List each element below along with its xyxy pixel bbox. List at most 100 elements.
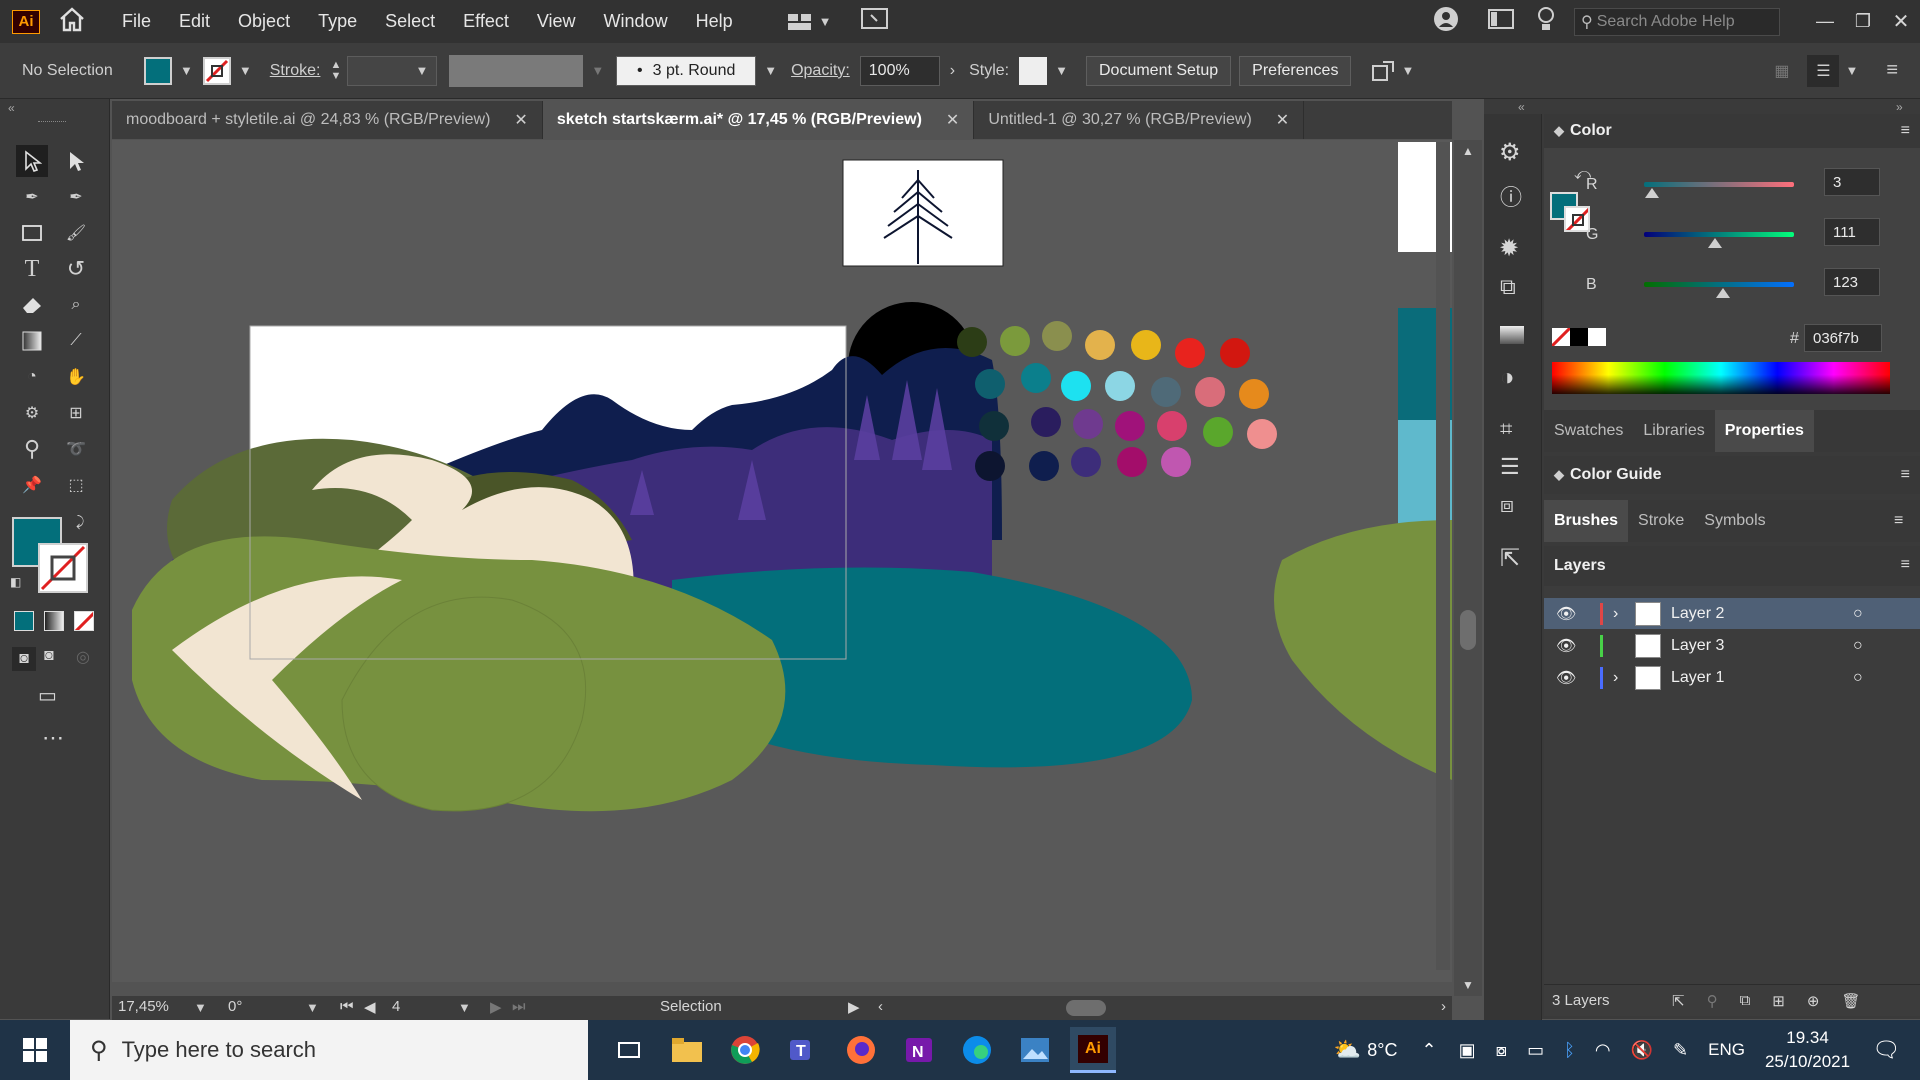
new-sublayer-icon[interactable]: ⊞: [1772, 992, 1785, 1010]
share-icon[interactable]: [861, 7, 889, 36]
horizontal-scrollbar[interactable]: ‹ ›: [874, 996, 1452, 1020]
palette-swatch-dot[interactable]: [1239, 379, 1269, 409]
workspace-switcher-icon[interactable]: ▼: [787, 13, 831, 31]
gradient-tool-icon[interactable]: [16, 325, 48, 357]
rotation-dropdown-icon[interactable]: ▼: [306, 1000, 319, 1015]
profile-dropdown-icon[interactable]: ▼: [591, 63, 604, 78]
artboard-tool-icon[interactable]: ⊞: [60, 397, 92, 429]
lasso-tool-icon[interactable]: ➰: [60, 433, 92, 465]
curvature-tool-icon[interactable]: ✒: [60, 181, 92, 213]
layer-name[interactable]: Layer 1: [1671, 669, 1851, 687]
menu-view[interactable]: View: [523, 11, 590, 32]
type-tool-icon[interactable]: T: [16, 253, 48, 285]
task-view-icon[interactable]: [606, 1027, 652, 1073]
swap-colors-icon[interactable]: ⤸: [76, 513, 84, 530]
panel-tab-properties[interactable]: Properties: [1714, 410, 1814, 452]
collapse-toolbar-icon[interactable]: «: [8, 101, 15, 115]
eraser-tool-icon[interactable]: [16, 289, 48, 321]
palette-swatch-dot[interactable]: [1042, 321, 1072, 351]
navigator-panel-icon[interactable]: ✹: [1499, 234, 1519, 263]
stroke-swatch[interactable]: [202, 56, 231, 85]
menu-effect[interactable]: Effect: [449, 11, 523, 32]
expand-layer-icon[interactable]: ›: [1613, 669, 1635, 687]
stroke-weight-field[interactable]: ▼: [347, 55, 438, 86]
symbol-sprayer-tool-icon[interactable]: ⚙: [16, 397, 48, 429]
menu-select[interactable]: Select: [371, 11, 449, 32]
panel-tab-libraries[interactable]: Libraries: [1633, 410, 1714, 452]
maximize-button[interactable]: ❐: [1844, 11, 1882, 32]
fill-swatch[interactable]: [144, 56, 172, 85]
palette-swatch-dot[interactable]: [1151, 377, 1181, 407]
draw-normal-icon[interactable]: ◙: [12, 647, 36, 671]
layer-row[interactable]: 👁 Layer 3 ○: [1544, 630, 1920, 661]
export-layer-icon[interactable]: ⇱: [1672, 992, 1685, 1010]
stroke-dropdown-icon[interactable]: ▼: [239, 63, 252, 78]
palette-swatch-dot[interactable]: [1000, 326, 1030, 356]
layer-target-icon[interactable]: ○: [1853, 637, 1863, 655]
close-button[interactable]: ✕: [1882, 9, 1920, 34]
g-value-field[interactable]: 111: [1824, 218, 1880, 246]
volume-icon[interactable]: 🔇: [1631, 1040, 1653, 1061]
onedrive-icon[interactable]: ⧇: [1496, 1040, 1507, 1061]
preferences-button[interactable]: Preferences: [1239, 55, 1352, 86]
document-tab[interactable]: moodboard + styletile.ai @ 24,83 % (RGB/…: [112, 101, 543, 139]
scroll-thumb[interactable]: [1460, 610, 1476, 650]
notifications-icon[interactable]: 🗨: [1872, 1037, 1900, 1063]
eyedropper-tool-icon[interactable]: ⟋: [60, 325, 92, 357]
palette-swatch-dot[interactable]: [1203, 417, 1233, 447]
visibility-eye-icon[interactable]: 👁: [1556, 636, 1584, 656]
align-panel-icon[interactable]: ☰: [1500, 454, 1520, 480]
home-icon[interactable]: [58, 6, 86, 37]
selection-tool-icon[interactable]: [16, 145, 48, 177]
close-tab-icon[interactable]: ✕: [1276, 110, 1289, 130]
fill-dropdown-icon[interactable]: ▼: [180, 63, 193, 78]
clock[interactable]: 19.34 25/10/2021: [1765, 1026, 1850, 1074]
rectangle-tool-icon[interactable]: [16, 217, 48, 249]
palette-swatch-dot[interactable]: [1131, 330, 1161, 360]
pathfinder-panel-icon[interactable]: ⧈: [1500, 492, 1514, 518]
align-grid-icon[interactable]: ▦: [1774, 61, 1789, 81]
r-slider-thumb[interactable]: [1645, 188, 1659, 198]
palette-swatch-dot[interactable]: [979, 411, 1009, 441]
palette-swatch-dot[interactable]: [1115, 411, 1145, 441]
appearance-panel-icon[interactable]: ⚙: [1499, 138, 1521, 167]
layers-menu-icon[interactable]: ≡: [1901, 556, 1910, 574]
hex-value-field[interactable]: 036f7b: [1804, 324, 1882, 352]
panel-menu-icon[interactable]: ≡: [1901, 122, 1910, 140]
panel-tab-symbols[interactable]: Symbols: [1694, 500, 1775, 542]
minimize-button[interactable]: —: [1806, 11, 1844, 32]
opacity-expand-icon[interactable]: ›: [950, 62, 955, 80]
g-slider[interactable]: [1644, 232, 1794, 237]
menu-window[interactable]: Window: [590, 11, 682, 32]
bluetooth-icon[interactable]: ᛒ: [1564, 1040, 1575, 1061]
none-mode-icon[interactable]: [74, 611, 94, 631]
palette-swatch-dot[interactable]: [1175, 338, 1205, 368]
layer-row[interactable]: 👁 › Layer 2 ○: [1544, 598, 1920, 629]
opacity-field[interactable]: 100%: [859, 55, 940, 86]
g-slider-thumb[interactable]: [1708, 238, 1722, 248]
new-layer-icon[interactable]: ⊕: [1807, 992, 1820, 1010]
help-search-field[interactable]: ⚲ Search Adobe Help: [1574, 7, 1780, 36]
taskbar-search-box[interactable]: ⚲ Type here to search: [70, 1020, 588, 1080]
pen-tool-icon[interactable]: ✒: [16, 181, 48, 213]
visibility-eye-icon[interactable]: 👁: [1556, 668, 1584, 688]
rotation-field[interactable]: 0°: [228, 998, 242, 1015]
style-dropdown-icon[interactable]: ▼: [1055, 63, 1068, 78]
variable-width-profile[interactable]: [449, 54, 584, 87]
pen-icon[interactable]: ✎: [1673, 1040, 1688, 1061]
pin-tool-icon[interactable]: 📌: [16, 469, 48, 501]
default-colors-icon[interactable]: ◧: [10, 575, 21, 589]
visibility-eye-icon[interactable]: 👁: [1556, 604, 1584, 624]
brush-dropdown-icon[interactable]: ▼: [764, 63, 777, 78]
firefox-icon[interactable]: [838, 1027, 884, 1073]
free-transform-tool-icon[interactable]: ⬚: [60, 469, 92, 501]
menu-file[interactable]: File: [108, 11, 165, 32]
style-swatch[interactable]: [1019, 56, 1048, 85]
palette-swatch-dot[interactable]: [1220, 338, 1250, 368]
palette-swatch-dot[interactable]: [1021, 363, 1051, 393]
collapse-dock-left-icon[interactable]: «: [1518, 100, 1525, 114]
menu-help[interactable]: Help: [682, 11, 747, 32]
artboard-dropdown-icon[interactable]: ▼: [458, 1000, 471, 1015]
layer-name[interactable]: Layer 2: [1671, 605, 1851, 623]
brush-definition-field[interactable]: • 3 pt. Round: [616, 55, 757, 86]
